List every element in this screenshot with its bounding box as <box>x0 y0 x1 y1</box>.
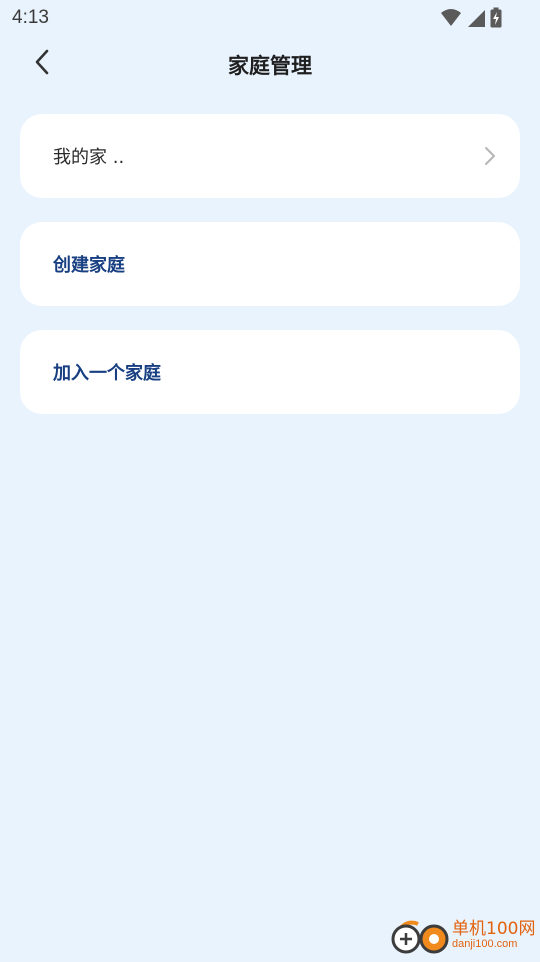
watermark-url: danji100.com <box>452 938 518 950</box>
site-watermark: 单机100网 danji100.com <box>388 914 540 960</box>
status-icons <box>440 7 502 32</box>
cellular-signal-icon <box>466 8 486 32</box>
page-title: 家庭管理 <box>228 54 312 78</box>
header: 家庭管理 <box>0 36 540 92</box>
join-family-button[interactable]: 加入一个家庭 <box>20 330 520 414</box>
my-home-item[interactable]: 我的家 .. <box>20 114 520 198</box>
status-time: 4:13 <box>12 7 49 28</box>
watermark-site-name: 单机100网 <box>452 919 536 939</box>
join-family-label: 加入一个家庭 <box>53 363 161 384</box>
my-home-label: 我的家 .. <box>53 147 125 168</box>
wifi-icon <box>440 8 462 32</box>
chevron-right-icon <box>482 145 498 167</box>
watermark-logo-icon <box>388 916 452 958</box>
status-bar: 4:13 <box>0 0 540 36</box>
battery-charging-icon <box>490 7 502 32</box>
create-family-button[interactable]: 创建家庭 <box>20 222 520 306</box>
create-family-label: 创建家庭 <box>53 255 125 276</box>
